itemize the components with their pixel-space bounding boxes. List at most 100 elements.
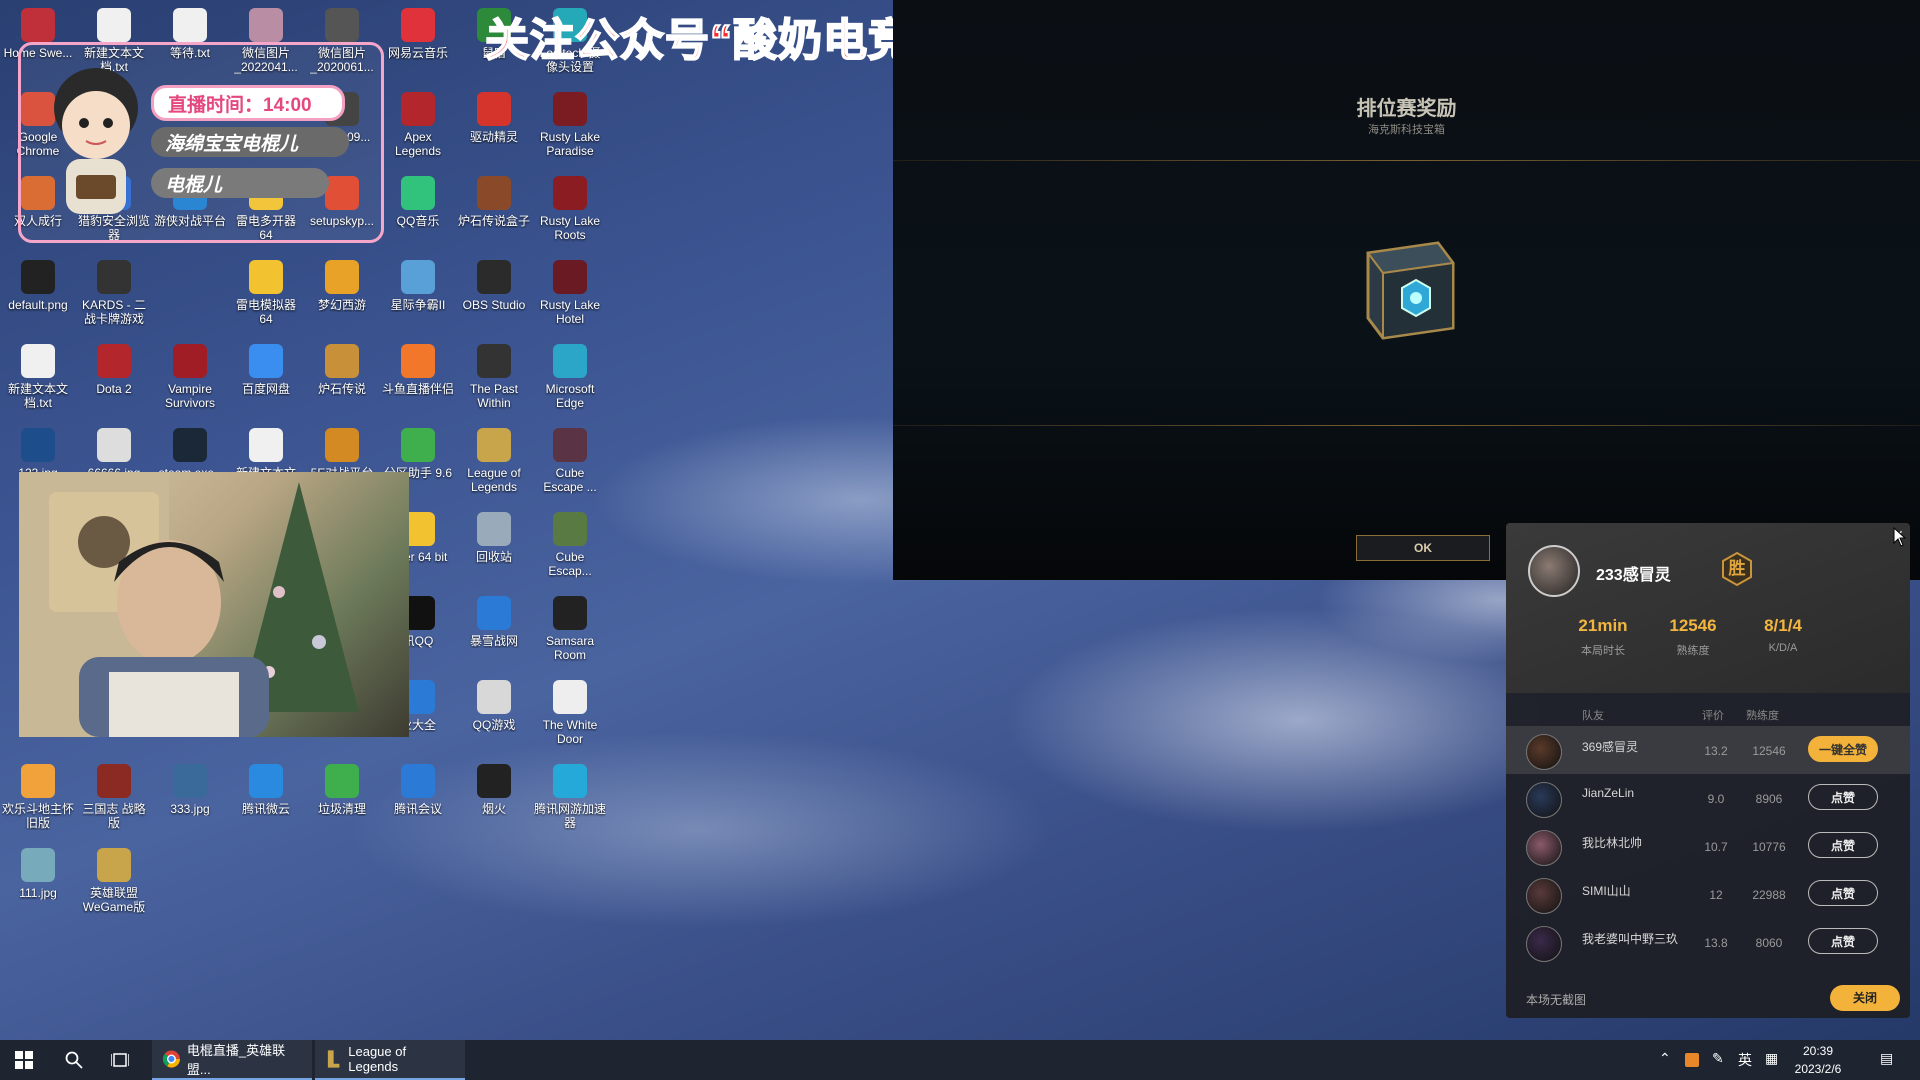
start-button[interactable]	[12, 1040, 36, 1080]
desktop-icon-label: 欢乐斗地主怀旧版	[2, 802, 74, 830]
ok-button[interactable]: OK	[1356, 535, 1490, 561]
lol-icon	[477, 428, 511, 462]
desktop-icon-label: The White Door	[542, 718, 598, 746]
desktop-icon-label: QQ音乐	[396, 214, 440, 228]
pen-icon[interactable]: ✎	[1712, 1050, 1724, 1067]
desktop-icon[interactable]: 梦幻西游	[306, 260, 378, 312]
desktop-icon-label: OBS Studio	[462, 298, 526, 312]
desktop-icon[interactable]: Dota 2	[78, 344, 150, 396]
teammate-name: 我老婆叫中野三玖	[1582, 932, 1679, 946]
desktop-icon[interactable]: 斗鱼直播伴侣	[382, 344, 454, 396]
like-button[interactable]: 点赞	[1808, 928, 1878, 954]
desktop-icon[interactable]: OBS Studio	[458, 260, 530, 312]
desktop-icon[interactable]: 驱动精灵	[458, 92, 530, 144]
desktop-icon-label: 星际争霸II	[390, 298, 446, 312]
edge-icon	[553, 344, 587, 378]
desktop-icon[interactable]: 雷电模拟器64	[230, 260, 302, 326]
doudizhu-icon	[21, 764, 55, 798]
desktop-icon[interactable]: 三国志 战略版	[78, 764, 150, 830]
desktop-icon[interactable]: 网易云音乐	[382, 8, 454, 60]
keyboard-grid-icon[interactable]: ▦	[1765, 1050, 1778, 1067]
like-button[interactable]: 点赞	[1808, 784, 1878, 810]
desktop-icon[interactable]: 新建文本文档.txt	[2, 344, 74, 410]
teammate-score: 13.8	[1704, 936, 1728, 950]
player-name: 233感冒灵	[1596, 567, 1671, 584]
desktop-icon[interactable]: The Past Within	[458, 344, 530, 410]
teammate-proficiency: 8906	[1755, 792, 1783, 806]
desktop-icon-label: 腾讯会议	[393, 802, 442, 816]
desktop-icon[interactable]: 回收站	[458, 512, 530, 564]
desktop-icon[interactable]: Rusty Lake Roots	[534, 176, 606, 242]
column-header-proficiency: 熟练度	[1746, 710, 1779, 722]
desktop-icon[interactable]: 腾讯会议	[382, 764, 454, 816]
teammate-avatar	[1526, 782, 1562, 818]
rusty-lake-icon	[553, 176, 587, 210]
partition-icon	[401, 428, 435, 462]
teammate-avatar	[1526, 830, 1562, 866]
notification-icon[interactable]: ▤	[1880, 1050, 1893, 1067]
desktop-icon[interactable]: Rusty Lake Paradise	[534, 92, 606, 158]
desktop-icon[interactable]: 欢乐斗地主怀旧版	[2, 764, 74, 830]
desktop-icon[interactable]: QQ音乐	[382, 176, 454, 228]
tray-app-icon[interactable]	[1685, 1053, 1699, 1067]
desktop-icon[interactable]: Rusty Lake Hotel	[534, 260, 606, 326]
desktop-icon-label: 百度网盘	[241, 382, 290, 396]
task-view-icon	[111, 1053, 129, 1067]
ldplayer-icon	[249, 260, 283, 294]
desktop-icon[interactable]: 111.jpg	[2, 848, 74, 900]
desktop-icon[interactable]: 腾讯网游加速器	[534, 764, 606, 830]
clock-date[interactable]: 2023/2/6	[1778, 1062, 1858, 1076]
post-game-panel: ✕ 233感冒灵 胜 21min 本局时长 12546 熟练度 8/1/4 K/…	[1506, 523, 1910, 1018]
desktop-icon[interactable]: 腾讯微云	[230, 764, 302, 816]
fireworks-icon	[477, 764, 511, 798]
desktop-icon[interactable]: Microsoft Edge	[534, 344, 606, 410]
desktop-icon[interactable]: The White Door	[534, 680, 606, 746]
like-all-button[interactable]: 一键全赞	[1808, 736, 1878, 762]
desktop-icon[interactable]: Vampire Survivors	[154, 344, 226, 410]
desktop-icon[interactable]: Apex Legends	[382, 92, 454, 158]
like-button[interactable]: 点赞	[1808, 880, 1878, 906]
desktop-icon[interactable]: Cube Escape ...	[534, 428, 606, 494]
baidu-netdisk-icon	[249, 344, 283, 378]
hearthstone-box-icon	[477, 176, 511, 210]
desktop-icon[interactable]: 炉石传说盒子	[458, 176, 530, 228]
desktop-icon[interactable]: 烟火	[458, 764, 530, 816]
image-file-icon	[97, 428, 131, 462]
windows-icon	[15, 1051, 33, 1069]
tencent-meeting-icon	[401, 764, 435, 798]
reward-title: 排位赛奖励	[1356, 98, 1457, 120]
desktop-icon[interactable]: 垃圾清理	[306, 764, 378, 816]
desktop-icon-label: 腾讯网游加速器	[534, 802, 606, 830]
task-view-button[interactable]	[108, 1040, 132, 1080]
desktop-icon[interactable]: 星际争霸II	[382, 260, 454, 312]
image-file-icon	[21, 848, 55, 882]
desktop-icon[interactable]: 333.jpg	[154, 764, 226, 816]
desktop-icon[interactable]: default.png	[2, 260, 74, 312]
kards-icon	[97, 260, 131, 294]
desktop-icon-label: Rusty Lake Roots	[539, 214, 601, 242]
image-file-icon	[173, 764, 207, 798]
desktop-icon[interactable]: 英雄联盟WeGame版	[78, 848, 150, 914]
search-button[interactable]	[62, 1040, 86, 1080]
divider	[893, 425, 1920, 426]
desktop-icon[interactable]: Cube Escap...	[534, 512, 606, 578]
clock-time[interactable]: 20:39	[1778, 1044, 1858, 1058]
teammate-row: 我老婆叫中野三玖 13.8 8060 点赞	[1506, 918, 1910, 966]
desktop-icon[interactable]: 百度网盘	[230, 344, 302, 396]
cube-escape-icon	[553, 512, 587, 546]
taskbar-app-chrome[interactable]: 电棍直播_英雄联盟...	[152, 1040, 312, 1080]
like-button[interactable]: 点赞	[1808, 832, 1878, 858]
desktop-icon[interactable]: KARDS - 二战卡牌游戏	[78, 260, 150, 326]
desktop-icon[interactable]: 炉石传说	[306, 344, 378, 396]
desktop-icon[interactable]: 暴雪战网	[458, 596, 530, 648]
stat-value: 12546	[1669, 616, 1717, 635]
taskbar-app-lol[interactable]: League of Legends	[315, 1040, 465, 1080]
desktop-icon[interactable]: Samsara Room	[534, 596, 606, 662]
teammate-row: JianZeLin 9.0 8906 点赞	[1506, 774, 1910, 822]
desktop-icon[interactable]: QQ游戏	[458, 680, 530, 732]
close-button[interactable]: 关闭	[1830, 985, 1900, 1011]
tray-chevron-up-icon[interactable]: ⌃	[1659, 1050, 1671, 1067]
ime-indicator[interactable]: 英	[1738, 1050, 1752, 1070]
weiyun-icon	[249, 764, 283, 798]
desktop-icon[interactable]: League of Legends	[458, 428, 530, 494]
